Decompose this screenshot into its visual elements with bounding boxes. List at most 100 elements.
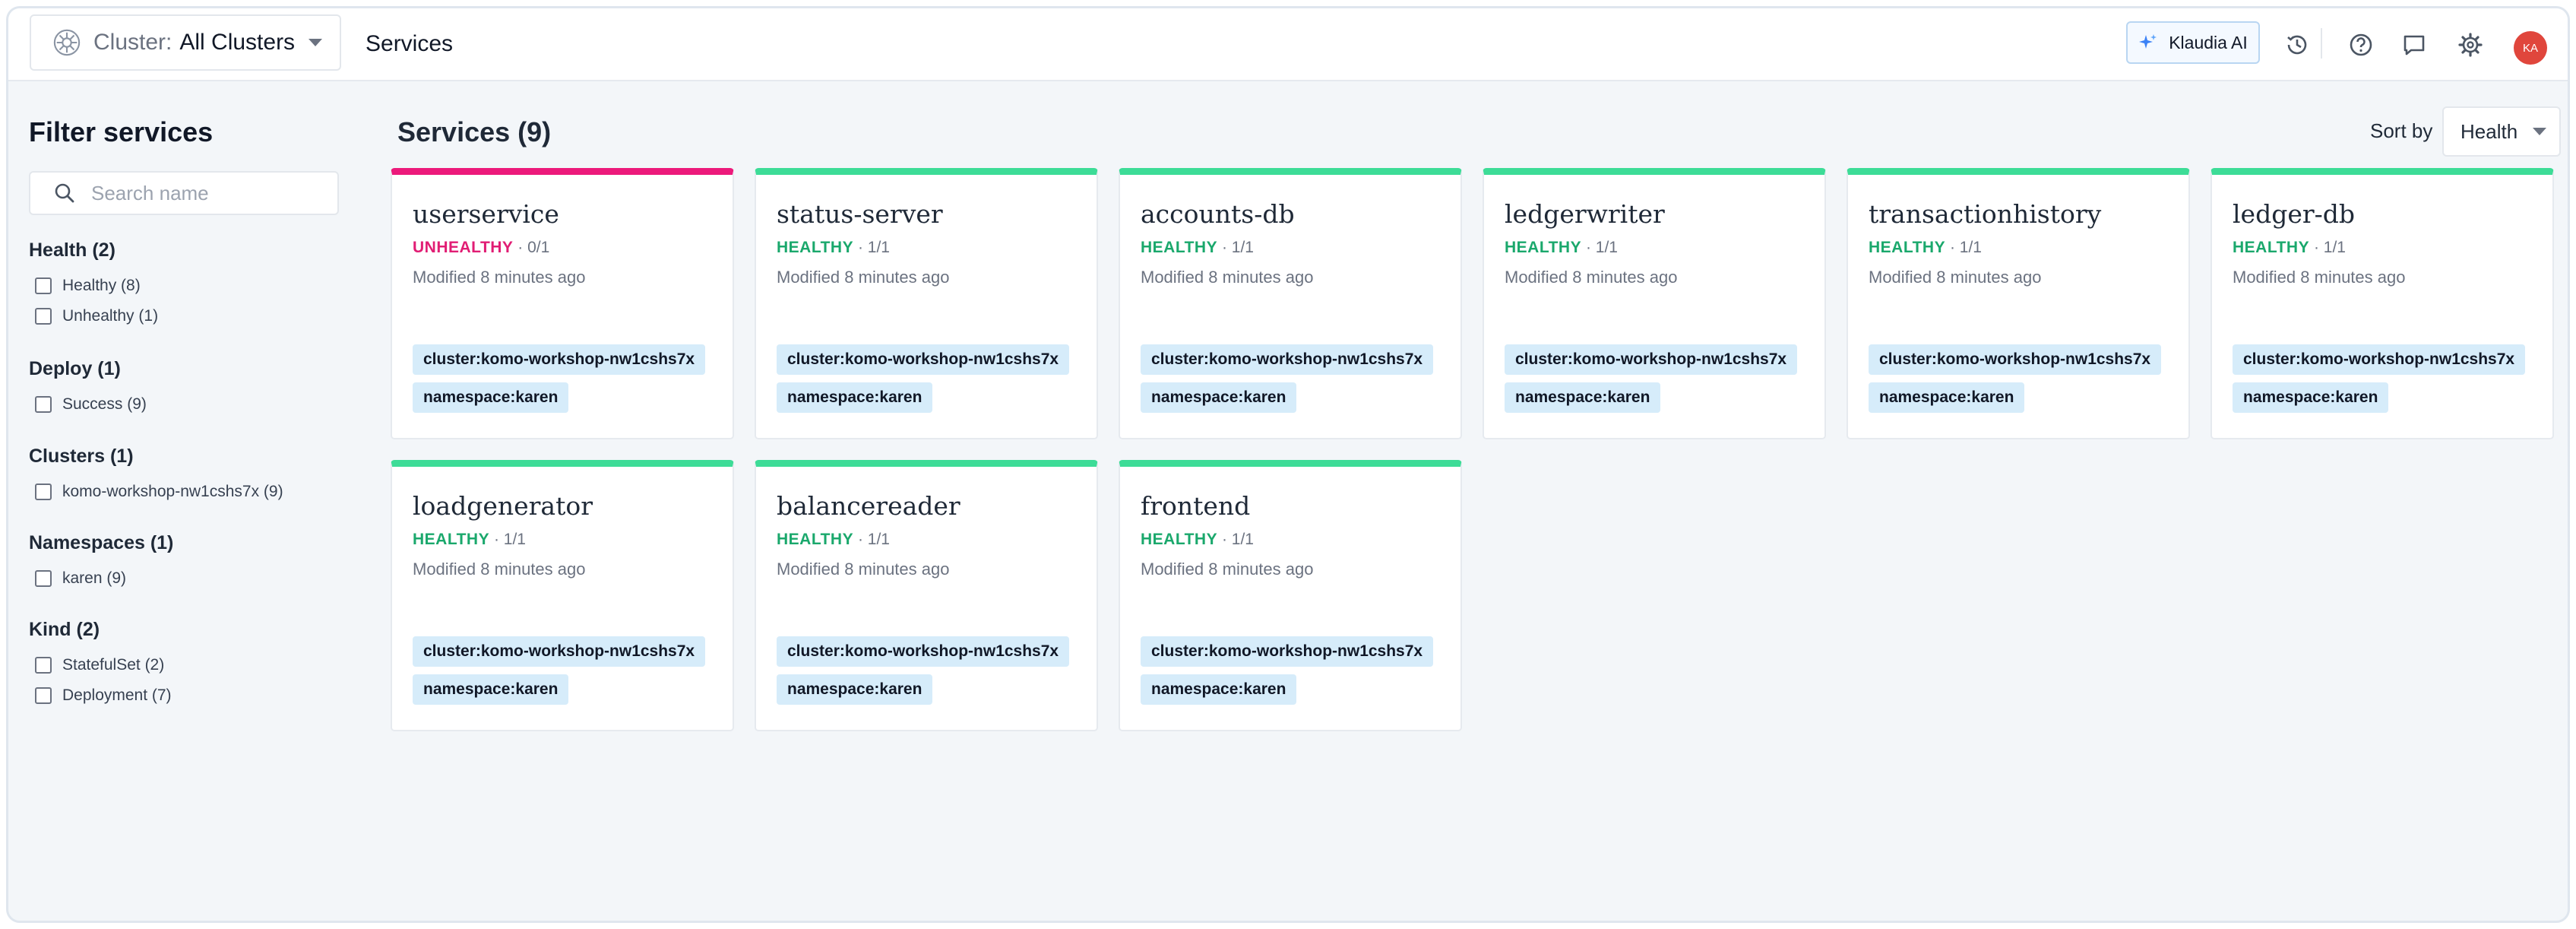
service-card[interactable]: loadgenerator HEALTHY · 1/1 Modified 8 m… (391, 460, 734, 731)
avatar[interactable]: KA (2514, 31, 2547, 65)
filter-group-health: Health (2) Healthy (8) Unhealthy (1) (29, 239, 158, 331)
modified-time: Modified 8 minutes ago (1505, 268, 1678, 287)
replica-count: 0/1 (527, 239, 550, 256)
kubernetes-icon (53, 29, 81, 56)
filter-group-title: Deploy (1) (29, 358, 121, 379)
status-badge: HEALTHY (1141, 531, 1218, 548)
top-bar: Cluster: All Clusters Services Klaudia A… (8, 8, 2568, 81)
modified-time: Modified 8 minutes ago (1141, 560, 1314, 579)
option-label: Deployment (7) (62, 686, 172, 704)
replica-count: 1/1 (1231, 239, 1254, 256)
modified-time: Modified 8 minutes ago (777, 268, 950, 287)
replica-count: 1/1 (2323, 239, 2346, 256)
status-line: HEALTHY · 1/1 (1869, 239, 1982, 256)
tag-list: cluster:komo-workshop-nw1cshs7x namespac… (777, 344, 1070, 420)
gear-icon[interactable] (2457, 31, 2484, 59)
replica-count: 1/1 (867, 531, 890, 548)
status-line: HEALTHY · 1/1 (1141, 239, 1254, 256)
search-input[interactable] (91, 181, 319, 205)
status-badge: HEALTHY (2233, 239, 2310, 256)
status-badge: HEALTHY (413, 531, 490, 548)
namespace-tag: namespace:karen (1141, 382, 1297, 413)
sort-select[interactable]: Health (2442, 106, 2561, 157)
service-card[interactable]: status-server HEALTHY · 1/1 Modified 8 m… (755, 168, 1098, 439)
history-icon[interactable] (2283, 31, 2311, 59)
search-icon (55, 183, 74, 203)
cluster-tag: cluster:komo-workshop-nw1cshs7x (1869, 344, 2162, 375)
namespace-tag: namespace:karen (413, 382, 569, 413)
service-name: userservice (413, 199, 559, 229)
modified-time: Modified 8 minutes ago (2233, 268, 2406, 287)
service-name: accounts-db (1141, 199, 1295, 229)
modified-time: Modified 8 minutes ago (777, 560, 950, 579)
cluster-tag: cluster:komo-workshop-nw1cshs7x (2233, 344, 2526, 375)
status-badge: HEALTHY (777, 531, 854, 548)
cluster-tag: cluster:komo-workshop-nw1cshs7x (777, 636, 1070, 667)
filter-option-statefulset[interactable]: StatefulSet (2) (29, 650, 172, 680)
service-card[interactable]: ledgerwriter HEALTHY · 1/1 Modified 8 mi… (1483, 168, 1826, 439)
checkbox[interactable] (35, 308, 52, 325)
tag-list: cluster:komo-workshop-nw1cshs7x namespac… (1141, 636, 1434, 712)
search-box[interactable] (29, 171, 339, 215)
filter-group-title: Health (2) (29, 239, 116, 261)
modified-time: Modified 8 minutes ago (1869, 268, 2042, 287)
filter-option-unhealthy[interactable]: Unhealthy (1) (29, 301, 158, 331)
service-card[interactable]: transactionhistory HEALTHY · 1/1 Modifie… (1847, 168, 2190, 439)
option-label: karen (9) (62, 569, 127, 587)
modified-time: Modified 8 minutes ago (1141, 268, 1314, 287)
cluster-tag: cluster:komo-workshop-nw1cshs7x (413, 636, 706, 667)
checkbox[interactable] (35, 484, 52, 500)
status-line: HEALTHY · 1/1 (777, 531, 890, 548)
status-line: HEALTHY · 1/1 (2233, 239, 2346, 256)
option-label: Success (9) (62, 395, 147, 413)
option-label: Healthy (8) (62, 277, 141, 294)
chevron-down-icon (309, 39, 323, 46)
tag-list: cluster:komo-workshop-nw1cshs7x namespac… (413, 636, 706, 712)
filter-option-deployment[interactable]: Deployment (7) (29, 680, 172, 711)
tag-list: cluster:komo-workshop-nw1cshs7x namespac… (777, 636, 1070, 712)
checkbox[interactable] (35, 570, 52, 587)
filter-group-title: Namespaces (1) (29, 532, 174, 553)
klaudia-label: Klaudia AI (2169, 32, 2248, 52)
status-line: HEALTHY · 1/1 (1141, 531, 1254, 548)
cluster-selector[interactable]: Cluster: All Clusters (30, 14, 341, 71)
help-icon[interactable] (2347, 31, 2375, 59)
filter-group-title: Kind (2) (29, 619, 100, 640)
service-card[interactable]: userservice UNHEALTHY · 0/1 Modified 8 m… (391, 168, 734, 439)
service-name: ledgerwriter (1505, 199, 1665, 229)
checkbox[interactable] (35, 396, 52, 413)
status-badge: HEALTHY (1505, 239, 1582, 256)
status-line: HEALTHY · 1/1 (1505, 239, 1618, 256)
service-card[interactable]: ledger-db HEALTHY · 1/1 Modified 8 minut… (2210, 168, 2554, 439)
sort-label: Sort by (2370, 119, 2433, 142)
service-card[interactable]: accounts-db HEALTHY · 1/1 Modified 8 min… (1119, 168, 1462, 439)
sparkle-icon (2139, 34, 2157, 49)
replica-count: 1/1 (1231, 531, 1254, 548)
filter-option-cluster[interactable]: komo-workshop-nw1cshs7x (9) (29, 477, 283, 507)
filter-title: Filter services (29, 116, 214, 147)
page-title: Services (366, 31, 454, 56)
status-badge: HEALTHY (777, 239, 854, 256)
checkbox[interactable] (35, 687, 52, 704)
tag-list: cluster:komo-workshop-nw1cshs7x namespac… (2233, 344, 2526, 420)
namespace-tag: namespace:karen (413, 674, 569, 705)
filter-option-success[interactable]: Success (9) (29, 389, 147, 420)
filter-option-healthy[interactable]: Healthy (8) (29, 271, 158, 301)
chat-icon[interactable] (2400, 31, 2428, 59)
status-line: UNHEALTHY · 0/1 (413, 239, 550, 256)
checkbox[interactable] (35, 657, 52, 674)
klaudia-ai-button[interactable]: Klaudia AI (2126, 21, 2260, 64)
service-card[interactable]: frontend HEALTHY · 1/1 Modified 8 minute… (1119, 460, 1462, 731)
filter-group-kind: Kind (2) StatefulSet (2) Deployment (7) (29, 619, 172, 711)
namespace-tag: namespace:karen (2233, 382, 2389, 413)
checkbox[interactable] (35, 277, 52, 294)
service-name: status-server (777, 199, 943, 229)
replica-count: 1/1 (503, 531, 526, 548)
tag-list: cluster:komo-workshop-nw1cshs7x namespac… (413, 344, 706, 420)
filter-option-namespace[interactable]: karen (9) (29, 563, 173, 594)
cluster-label: Cluster: (93, 30, 172, 55)
service-card[interactable]: balancereader HEALTHY · 1/1 Modified 8 m… (755, 460, 1098, 731)
cluster-tag: cluster:komo-workshop-nw1cshs7x (1505, 344, 1798, 375)
modified-time: Modified 8 minutes ago (413, 268, 586, 287)
status-badge: HEALTHY (1869, 239, 1946, 256)
